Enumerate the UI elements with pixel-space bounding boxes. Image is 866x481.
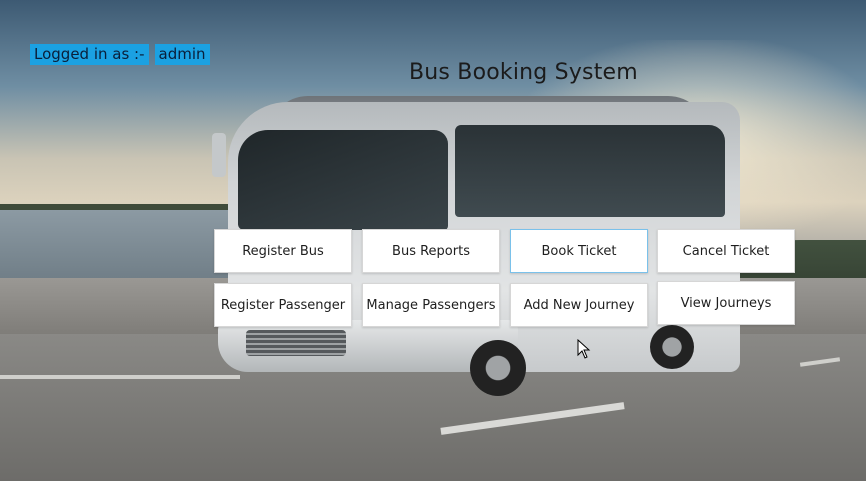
mouse-cursor-icon <box>577 339 591 359</box>
username-badge: admin <box>154 44 210 65</box>
cancel-ticket-button[interactable]: Cancel Ticket <box>657 229 795 273</box>
register-bus-button[interactable]: Register Bus <box>214 229 352 273</box>
bus-reports-button[interactable]: Bus Reports <box>362 229 500 273</box>
view-journeys-button[interactable]: View Journeys <box>657 281 795 325</box>
login-label: Logged in as :- <box>30 44 149 65</box>
main-window: Logged in as :- admin Bus Booking System… <box>0 0 866 481</box>
login-status: Logged in as :- admin <box>30 44 210 65</box>
add-new-journey-button[interactable]: Add New Journey <box>510 283 648 327</box>
book-ticket-button[interactable]: Book Ticket <box>510 229 648 273</box>
page-title: Bus Booking System <box>409 60 638 85</box>
register-passenger-button[interactable]: Register Passenger <box>214 283 352 327</box>
manage-passengers-button[interactable]: Manage Passengers <box>362 283 500 327</box>
